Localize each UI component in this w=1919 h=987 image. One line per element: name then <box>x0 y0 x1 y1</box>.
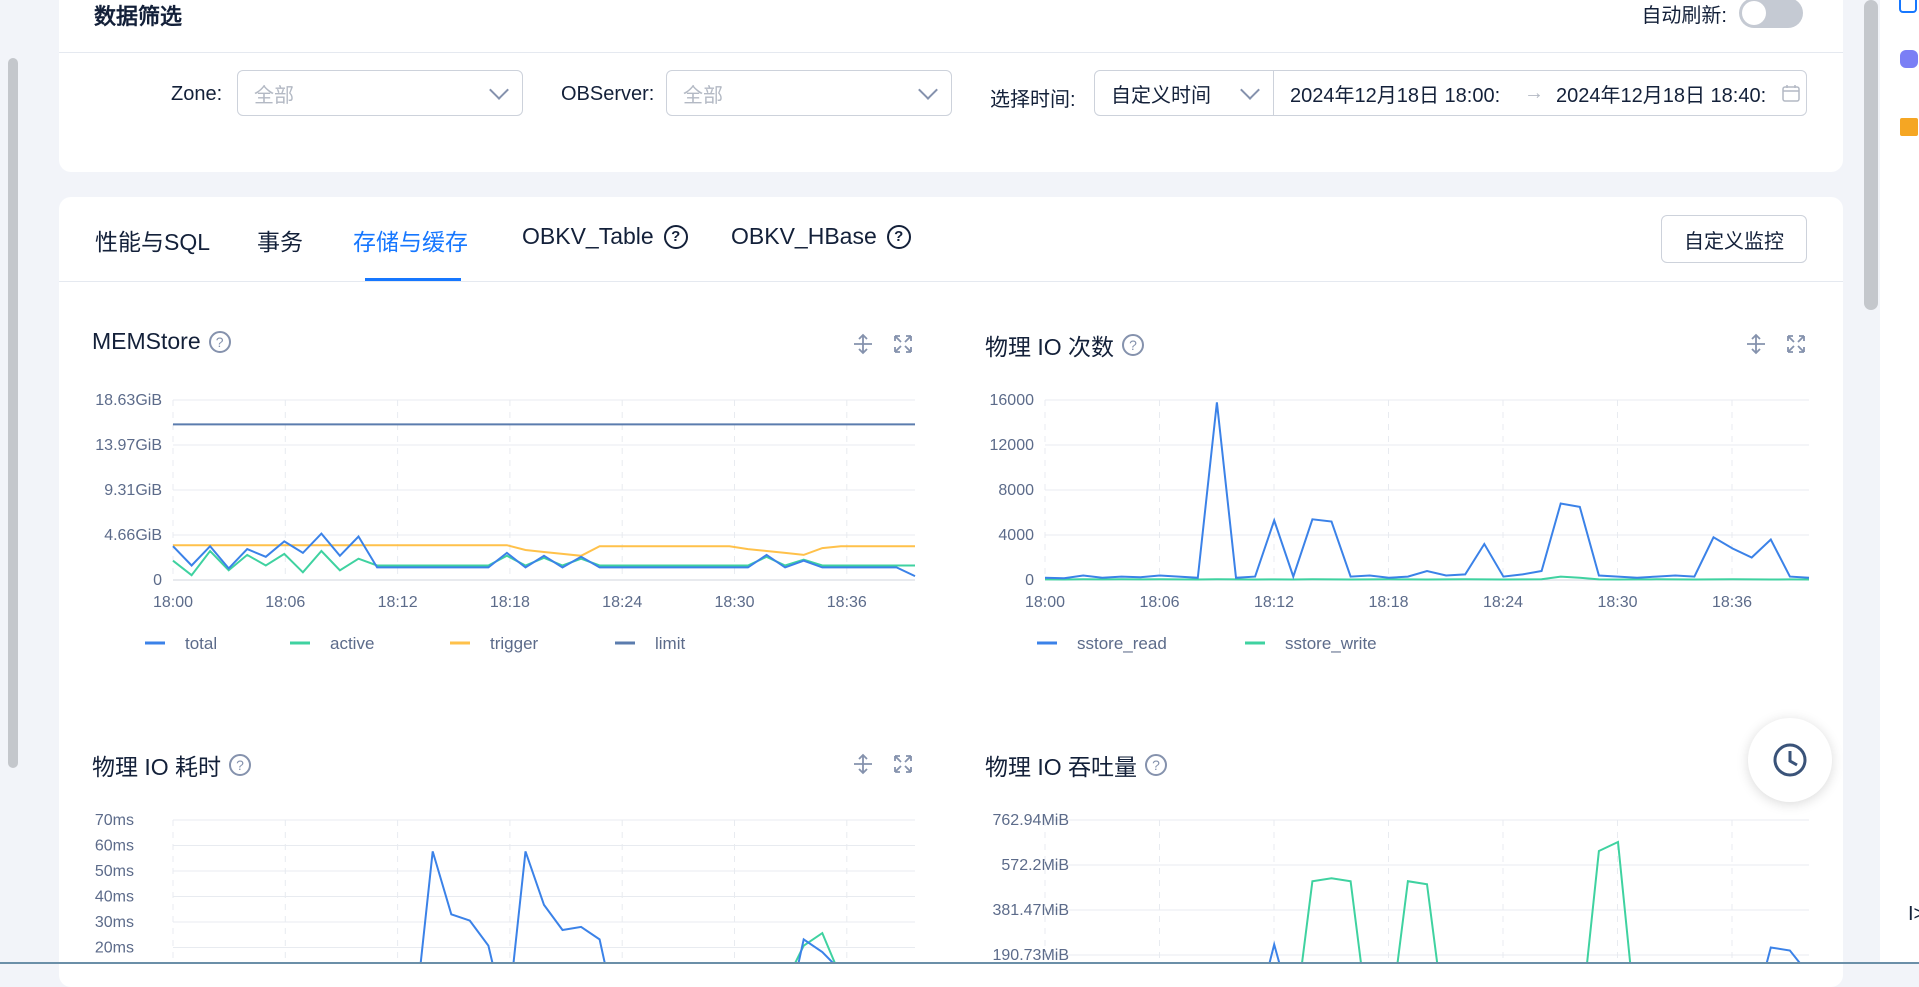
y-tick-label: 4.66GiB <box>104 527 162 544</box>
x-tick-label: 18:12 <box>1254 594 1294 611</box>
y-tick-label: 4000 <box>998 527 1034 544</box>
x-tick-label: 18:06 <box>265 594 305 611</box>
x-tick-label: 18:00 <box>1025 594 1065 611</box>
y-tick-label: 381.47MiB <box>993 902 1070 919</box>
right-tool-panel: I> <box>1880 0 1919 964</box>
x-tick-label: 18:06 <box>1139 594 1179 611</box>
y-tick-label: 20ms <box>95 940 134 957</box>
y-tick-label: 12000 <box>990 437 1035 454</box>
y-tick-label: 8000 <box>998 482 1034 499</box>
y-tick-label: 40ms <box>95 889 134 906</box>
x-tick-label: 18:18 <box>1368 594 1408 611</box>
y-tick-label: 18.63GiB <box>95 392 162 409</box>
x-tick-label: 18:00 <box>153 594 193 611</box>
chart-1[interactable]: 16000 12000 8000 4000 0 18:00 18:06 18:12 18:18 1… <box>990 392 1810 653</box>
x-tick-label: 18:24 <box>1483 594 1523 611</box>
x-tick-label: 18:30 <box>1597 594 1637 611</box>
legend-label[interactable]: total <box>185 634 217 653</box>
y-tick-label: 9.31GiB <box>104 482 162 499</box>
y-tick-label: 13.97GiB <box>95 437 162 454</box>
x-tick-label: 18:24 <box>602 594 642 611</box>
chart-3[interactable]: 762.94MiB572.2MiB381.47MiB190.73MiB <box>993 812 1810 987</box>
history-float-button[interactable] <box>1748 718 1832 802</box>
y-tick-label: 30ms <box>95 914 134 931</box>
clock-icon <box>1770 740 1810 780</box>
y-tick-label: 0 <box>153 572 162 589</box>
legend-label[interactable]: limit <box>655 634 685 653</box>
edge-icon[interactable]: I> <box>1908 903 1919 926</box>
legend-label[interactable]: active <box>330 634 374 653</box>
y-tick-label: 0 <box>1025 572 1034 589</box>
memstore-chart[interactable]: 18.63GiB 13.97GiB 9.31GiB 4.66GiB 0 18:00 18:0… <box>0 0 1919 964</box>
y-tick-label: 16000 <box>990 392 1035 409</box>
chart-0[interactable]: 18.63GiB 13.97GiB 9.31GiB 4.66GiB 0 18:00 18:0… <box>95 392 915 653</box>
legend-label[interactable]: sstore_read <box>1077 634 1167 653</box>
x-tick-label: 18:36 <box>1712 594 1752 611</box>
chart-2[interactable]: 70ms 60ms 50ms 40ms 30ms 20ms <box>95 812 915 987</box>
x-tick-label: 18:30 <box>714 594 754 611</box>
legend-label[interactable]: trigger <box>490 634 539 653</box>
y-tick-label: 50ms <box>95 863 134 880</box>
tool-icons[interactable] <box>1898 0 1919 130</box>
window-scrollbar[interactable] <box>1864 0 1878 310</box>
y-tick-label: 762.94MiB <box>993 812 1070 829</box>
x-tick-label: 18:36 <box>827 594 867 611</box>
y-tick-label: 60ms <box>95 838 134 855</box>
x-tick-label: 18:18 <box>490 594 530 611</box>
x-tick-label: 18:12 <box>378 594 418 611</box>
y-tick-label: 70ms <box>95 812 134 829</box>
legend-label[interactable]: sstore_write <box>1285 634 1377 653</box>
y-tick-label: 572.2MiB <box>1001 857 1069 874</box>
